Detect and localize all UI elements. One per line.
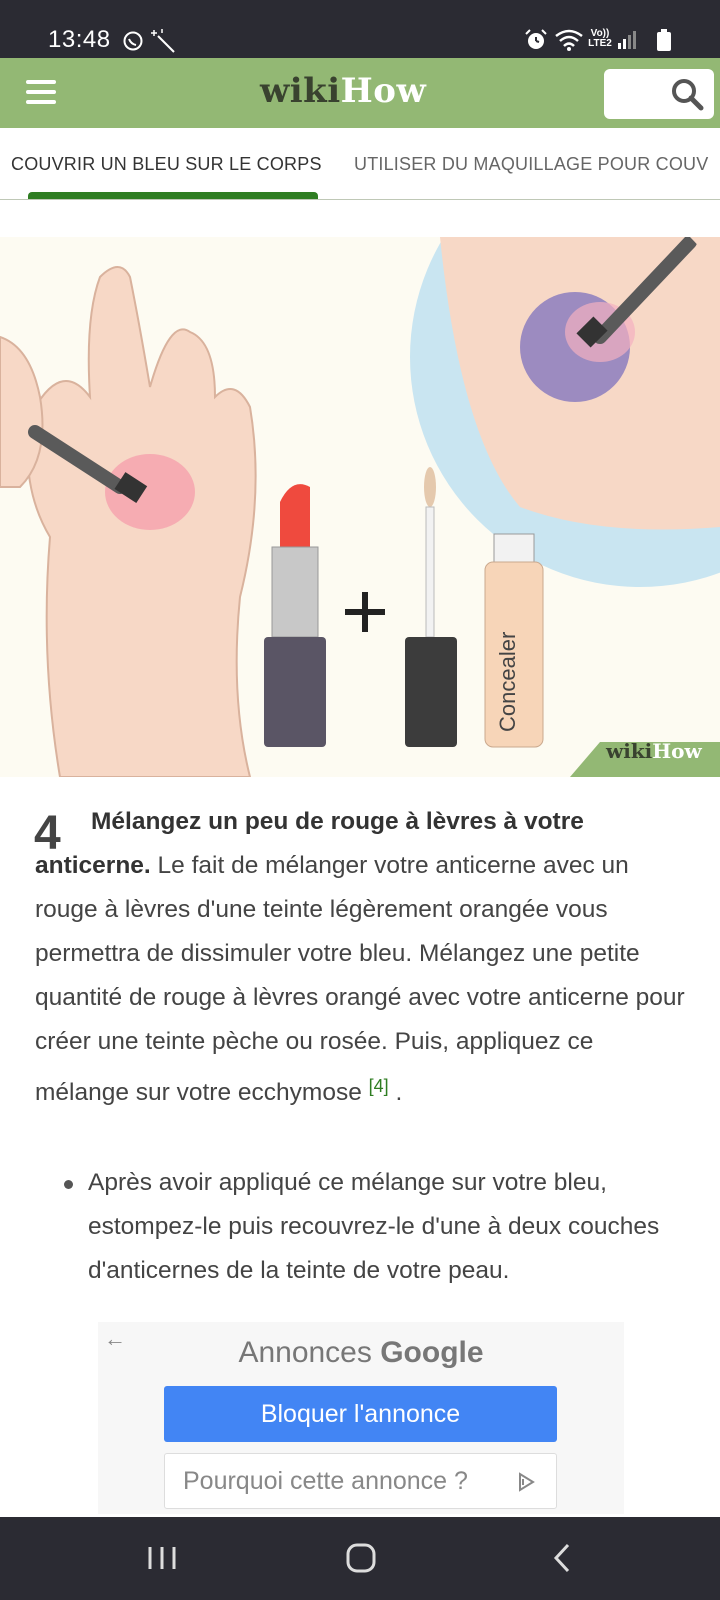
signal-icon (618, 31, 636, 49)
ad-title: Annonces Google (98, 1336, 624, 1370)
alarm-icon (525, 29, 547, 49)
hamburger-icon[interactable] (26, 80, 56, 104)
network-label: Vo)) LTE2 (588, 28, 612, 49)
status-time: 13:48 (48, 26, 111, 53)
method-tabs: COUVRIR UN BLEU SUR LE CORPS UTILISER DU… (0, 128, 720, 200)
bullet-item: Après avoir appliqué ce mélange sur votr… (88, 1169, 660, 1284)
logo-how: How (340, 71, 427, 111)
bullet-dot (64, 1180, 73, 1189)
system-nav-bar (0, 1517, 720, 1600)
back-button[interactable] (524, 1517, 604, 1600)
tab-couvrir-bleu[interactable]: COUVRIR UN BLEU SUR LE CORPS (11, 154, 322, 175)
back-icon (553, 1543, 570, 1573)
status-bar: 13:48 Vo)) LTE2 (0, 0, 720, 58)
recent-apps-button[interactable] (122, 1517, 202, 1600)
step-illustration[interactable]: Concealer wikiHow + (0, 237, 720, 777)
search-icon[interactable] (670, 77, 704, 111)
wikihow-logo[interactable]: wikiHow (260, 71, 426, 111)
block-ad-button[interactable]: Bloquer l'annonce (164, 1386, 557, 1442)
watermark-how: How (652, 739, 702, 763)
step-text: Mélangez un peu de rouge à lèvres à votr… (35, 800, 685, 1115)
tab-utiliser-maquillage[interactable]: UTILISER DU MAQUILLAGE POUR COUV (354, 154, 708, 175)
why-this-ad-label: Pourquoi cette annonce ? (183, 1467, 468, 1495)
home-icon (346, 1543, 376, 1573)
why-this-ad-button[interactable]: Pourquoi cette annonce ? (164, 1453, 557, 1509)
active-tab-indicator (28, 192, 318, 199)
step-body: Le fait de mélanger votre anticerne avec… (35, 852, 685, 1106)
battery-icon (657, 29, 671, 51)
illustration-watermark: wikiHow (606, 739, 702, 763)
reference-link[interactable]: [4] (369, 1076, 389, 1096)
watermark-wiki: wiki (606, 739, 653, 763)
google-ad-panel: ← Annonces Google Bloquer l'annonce Pour… (98, 1322, 624, 1514)
concealer-label: Concealer (495, 632, 520, 732)
illustration-drawing: Concealer (0, 237, 720, 777)
wifi-icon (555, 29, 583, 51)
recent-apps-icon (148, 1547, 176, 1569)
ad-title-brand: Google (380, 1336, 484, 1369)
app-header: wikiHow (0, 58, 720, 128)
whatsapp-icon (123, 31, 143, 51)
search-input[interactable] (604, 69, 714, 119)
home-button[interactable] (322, 1517, 402, 1600)
ad-title-prefix: Annonces (238, 1336, 372, 1369)
magic-wand-icon (151, 29, 175, 53)
adchoices-icon (519, 1472, 535, 1492)
step-end: . (388, 1079, 403, 1106)
logo-wiki: wiki (260, 71, 341, 111)
